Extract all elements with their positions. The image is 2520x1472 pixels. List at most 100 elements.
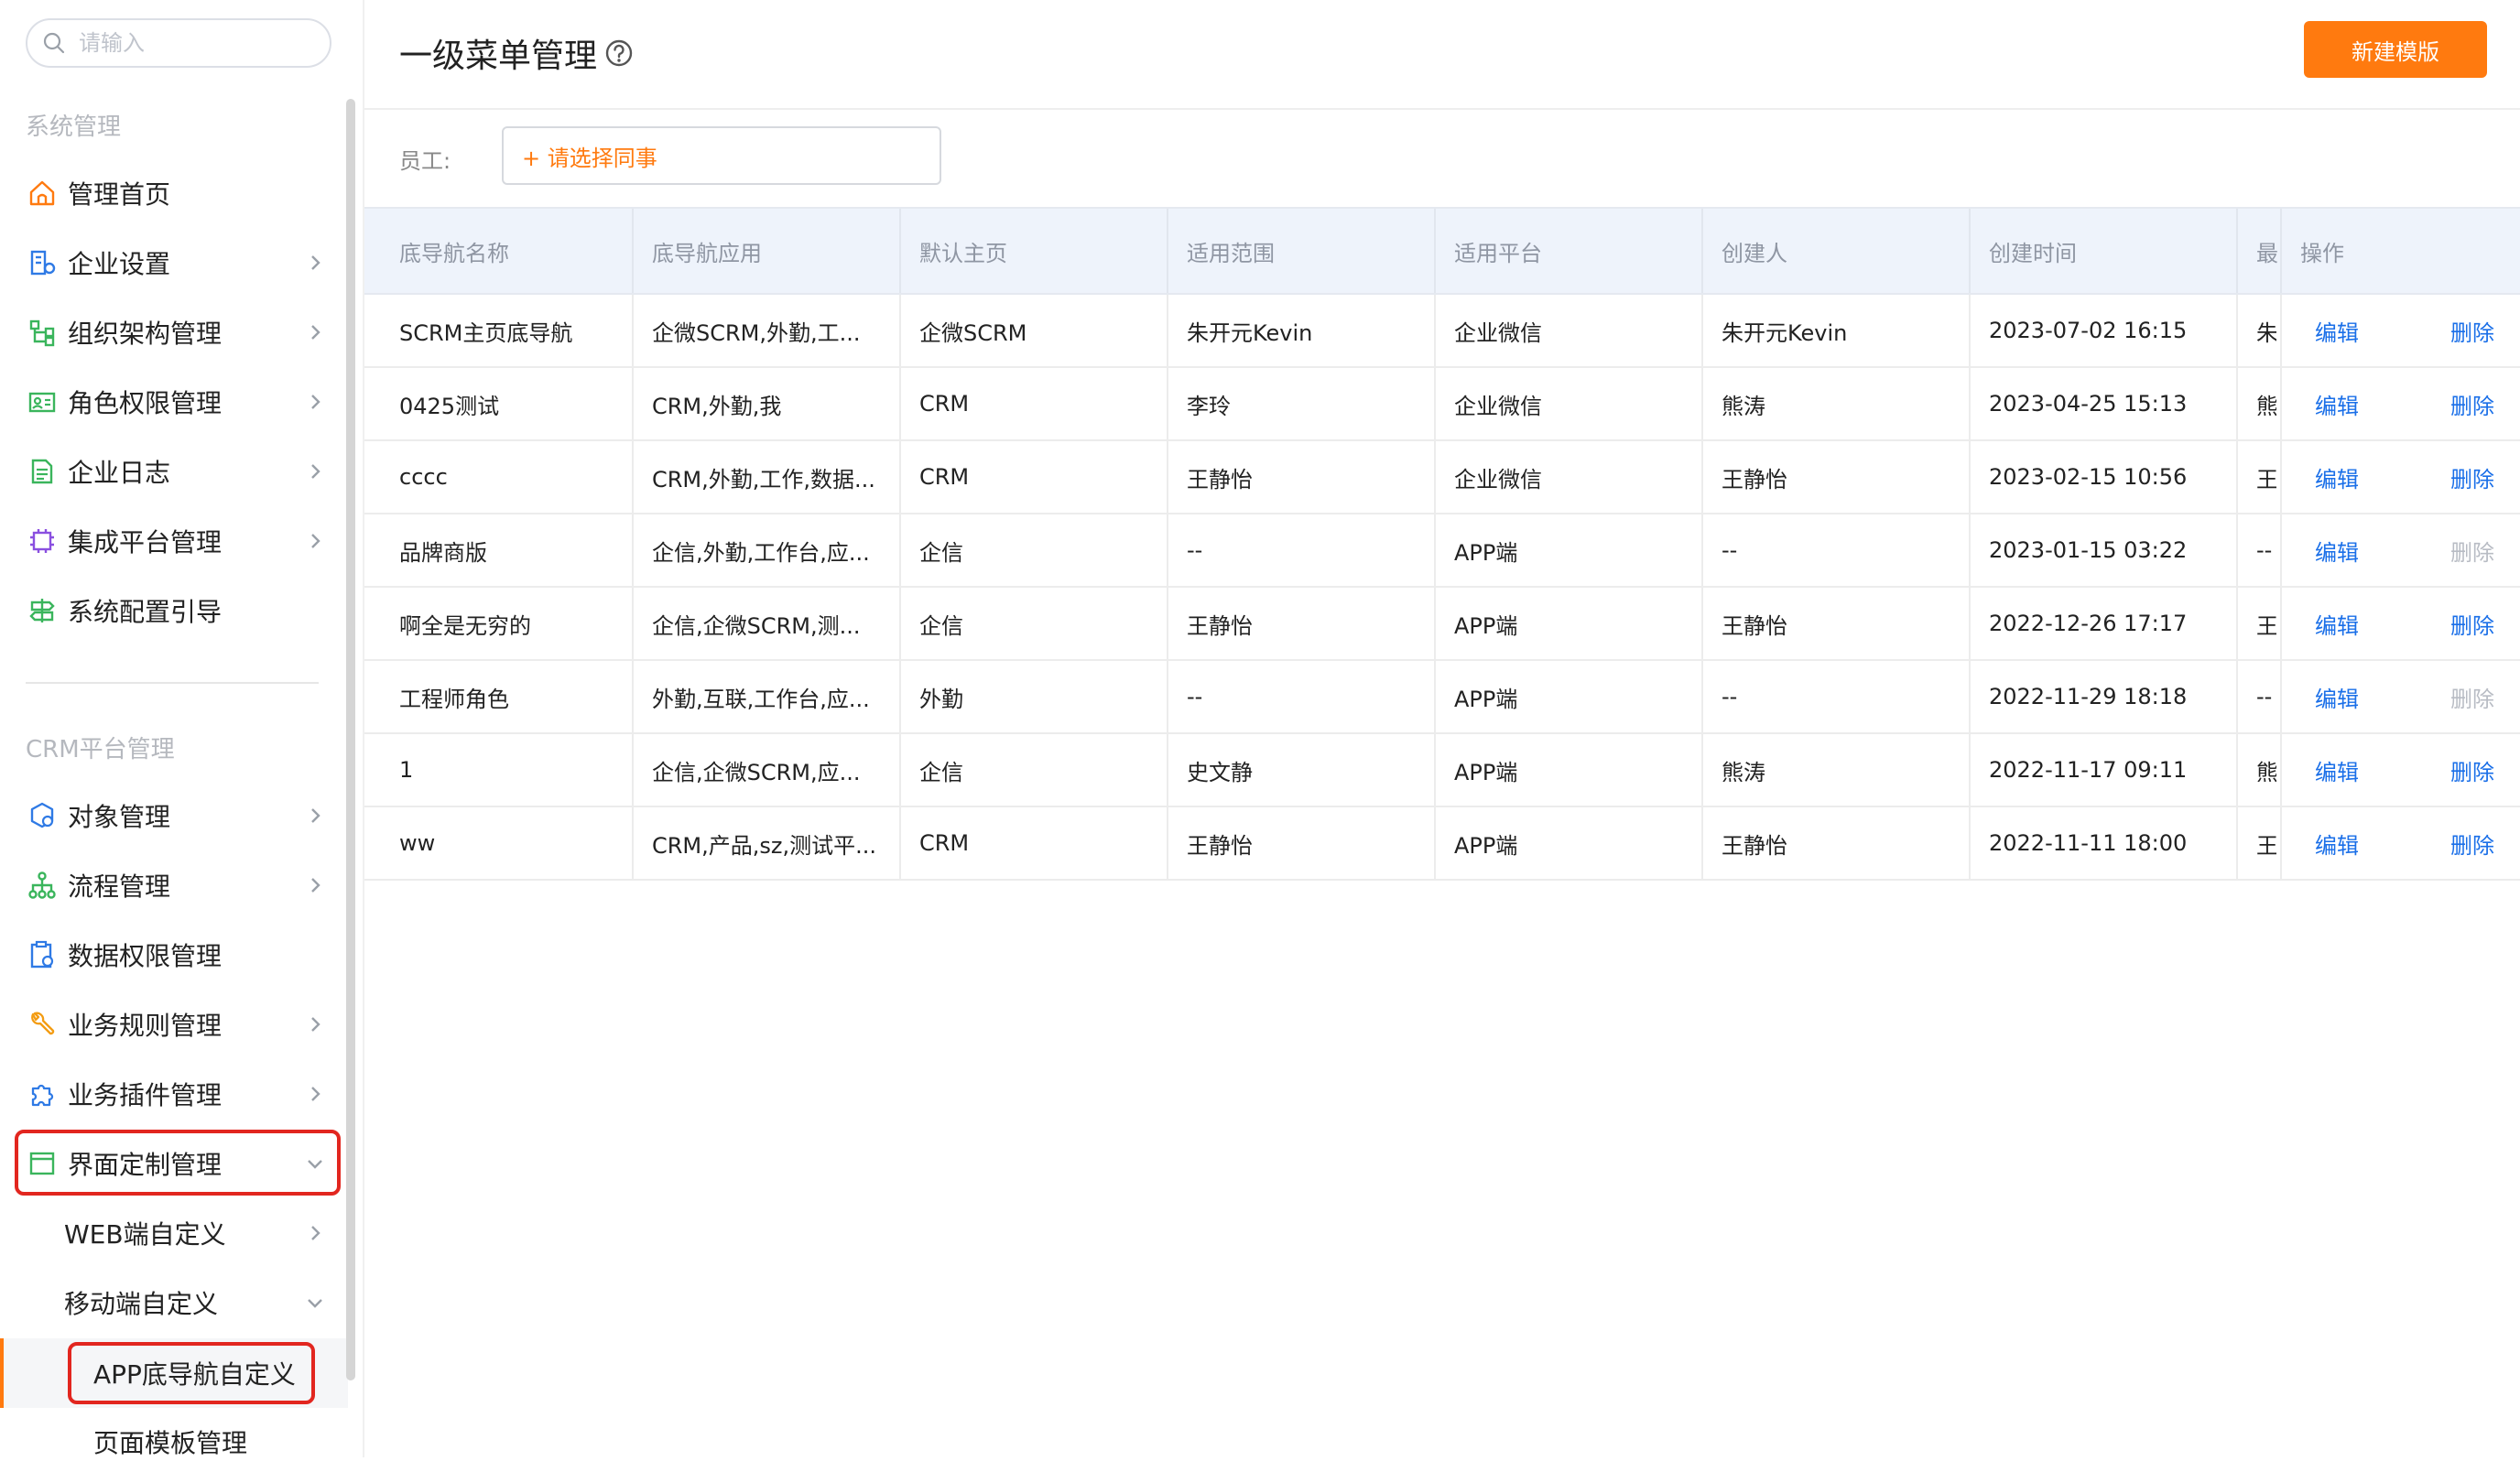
column-separator[interactable] [1701,209,1703,293]
column-separator [2280,441,2282,513]
section-title-crm: CRM平台管理 [26,736,175,763]
column-separator [1701,734,1703,806]
delete-link[interactable]: 删除 [2450,734,2494,806]
delete-link[interactable]: 删除 [2450,588,2494,659]
sidebar-item-label: 对象管理 [68,802,171,832]
cell-created: 2023-01-15 03:22 [1989,537,2188,563]
table-row: 0425测试 CRM,外勤,我 CRM 李玲 企业微信 熊涛 2023-04-25 15:1… [364,368,2520,441]
column-separator[interactable] [1167,209,1168,293]
sidebar-item-integration-platform[interactable]: 集成平台管理 [15,511,339,571]
cell-last: 王 [2256,832,2276,859]
cell-scope: 朱开元Kevin [1187,319,1313,346]
cell-name: 啊全是无穷的 [399,612,531,639]
sidebar-item-business-rules[interactable]: 业务规则管理 [15,994,339,1055]
cell-creator: 朱开元Kevin [1722,319,1848,346]
column-separator[interactable] [1434,209,1436,293]
sidebar-item-label: 数据权限管理 [68,941,223,971]
sidebar-item-process-management[interactable]: 流程管理 [15,855,339,915]
cell-platform: 企业微信 [1454,319,1542,346]
sidebar-item-org-structure[interactable]: 组织架构管理 [15,302,339,363]
column-separator [1969,368,1971,439]
sidebar-item-label: 业务插件管理 [68,1080,223,1110]
sidebar-item-mobile-custom[interactable]: 移动端自定义 [15,1272,339,1333]
sidebar-item-enterprise-settings[interactable]: 企业设置 [15,233,339,293]
cell-apps: 企微SCRM,外勤,工... [652,319,861,346]
column-header: 创建人 [1722,240,1787,266]
delete-link[interactable]: 删除 [2450,807,2494,879]
sidebar-item-business-plugins[interactable]: 业务插件管理 [15,1064,339,1124]
cell-apps: 企信,外勤,工作台,应... [652,539,870,566]
chip-icon [26,525,59,557]
edit-link[interactable]: 编辑 [2315,295,2359,366]
column-separator[interactable] [2280,209,2282,293]
sidebar-item-data-permissions[interactable]: 数据权限管理 [15,925,339,985]
column-separator [1434,734,1436,806]
sidebar-item-object-management[interactable]: 对象管理 [15,785,339,846]
column-separator [1434,295,1436,366]
cell-last: 王 [2256,612,2276,639]
help-icon[interactable] [604,38,634,68]
column-separator [2236,588,2238,659]
column-separator[interactable] [632,209,634,293]
edit-link[interactable]: 编辑 [2315,368,2359,439]
sidebar-item-role-permissions[interactable]: 角色权限管理 [15,372,339,432]
new-template-button[interactable]: 新建模版 [2304,21,2487,78]
colleague-picker[interactable]: + 请选择同事 [502,126,941,185]
sidebar-item-web-custom[interactable]: WEB端自定义 [15,1203,339,1263]
delete-link[interactable]: 删除 [2450,368,2494,439]
delete-link[interactable]: 删除 [2450,295,2494,366]
flow-tree-icon [26,869,59,902]
column-separator [1969,441,1971,513]
sidebar-search[interactable] [26,18,331,68]
column-header: 底导航应用 [652,240,762,266]
cube-settings-icon [26,799,59,832]
column-separator [632,295,634,366]
sidebar-item-config-guide[interactable]: 系统配置引导 [15,580,339,641]
sidebar-scrollbar[interactable] [346,99,355,1380]
column-separator[interactable] [2236,209,2238,293]
column-separator [632,514,634,586]
cell-created: 2022-12-26 17:17 [1989,611,2188,636]
table-row: 啊全是无穷的 企信,企微SCRM,测... 企信 王静怡 APP端 王静怡 2022-12-… [364,588,2520,661]
edit-link[interactable]: 编辑 [2315,514,2359,586]
cell-creator: 熊涛 [1722,759,1765,785]
column-separator[interactable] [899,209,901,293]
column-separator [1969,514,1971,586]
highlight-box [15,1130,341,1196]
column-separator [899,295,901,366]
cell-creator: 王静怡 [1722,832,1787,859]
column-separator [1167,295,1168,366]
column-separator [899,807,901,879]
cell-last: 朱 [2256,319,2276,346]
sidebar-item-admin-home[interactable]: 管理首页 [15,163,339,223]
edit-link[interactable]: 编辑 [2315,588,2359,659]
column-separator [2236,368,2238,439]
edit-link[interactable]: 编辑 [2315,661,2359,732]
table-row: 品牌商版 企信,外勤,工作台,应... 企信 -- APP端 -- 2023-01-15 0… [364,514,2520,588]
edit-link[interactable]: 编辑 [2315,807,2359,879]
id-card-icon [26,385,59,418]
sidebar-item-label: WEB端自定义 [64,1219,226,1250]
cell-home: 企信 [919,612,963,639]
search-input[interactable] [77,29,300,57]
cell-scope: -- [1187,684,1203,709]
sidebar-item-page-templates[interactable]: 页面模板管理 [15,1412,339,1472]
column-header: 默认主页 [919,240,1007,266]
column-separator[interactable] [1969,209,1971,293]
table-row: 工程师角色 外勤,互联,工作台,应... 外勤 -- APP端 -- 2022-11-29 … [364,661,2520,734]
column-header: 操作 [2300,240,2344,266]
delete-link[interactable]: 删除 [2450,441,2494,513]
table-header: 底导航名称 底导航应用 默认主页 适用范围 适用平台 创建人 创建时间 最操作 [364,207,2520,295]
active-indicator [0,1338,4,1408]
chevron-right-icon [311,464,320,479]
column-separator [1969,807,1971,879]
chevron-down-icon [308,1299,322,1308]
sidebar-item-enterprise-log[interactable]: 企业日志 [15,441,339,502]
column-separator [2236,295,2238,366]
chevron-right-icon [311,1017,320,1032]
edit-link[interactable]: 编辑 [2315,734,2359,806]
column-separator [632,661,634,732]
chevron-right-icon [311,808,320,823]
edit-link[interactable]: 编辑 [2315,441,2359,513]
chevron-right-icon [311,255,320,270]
